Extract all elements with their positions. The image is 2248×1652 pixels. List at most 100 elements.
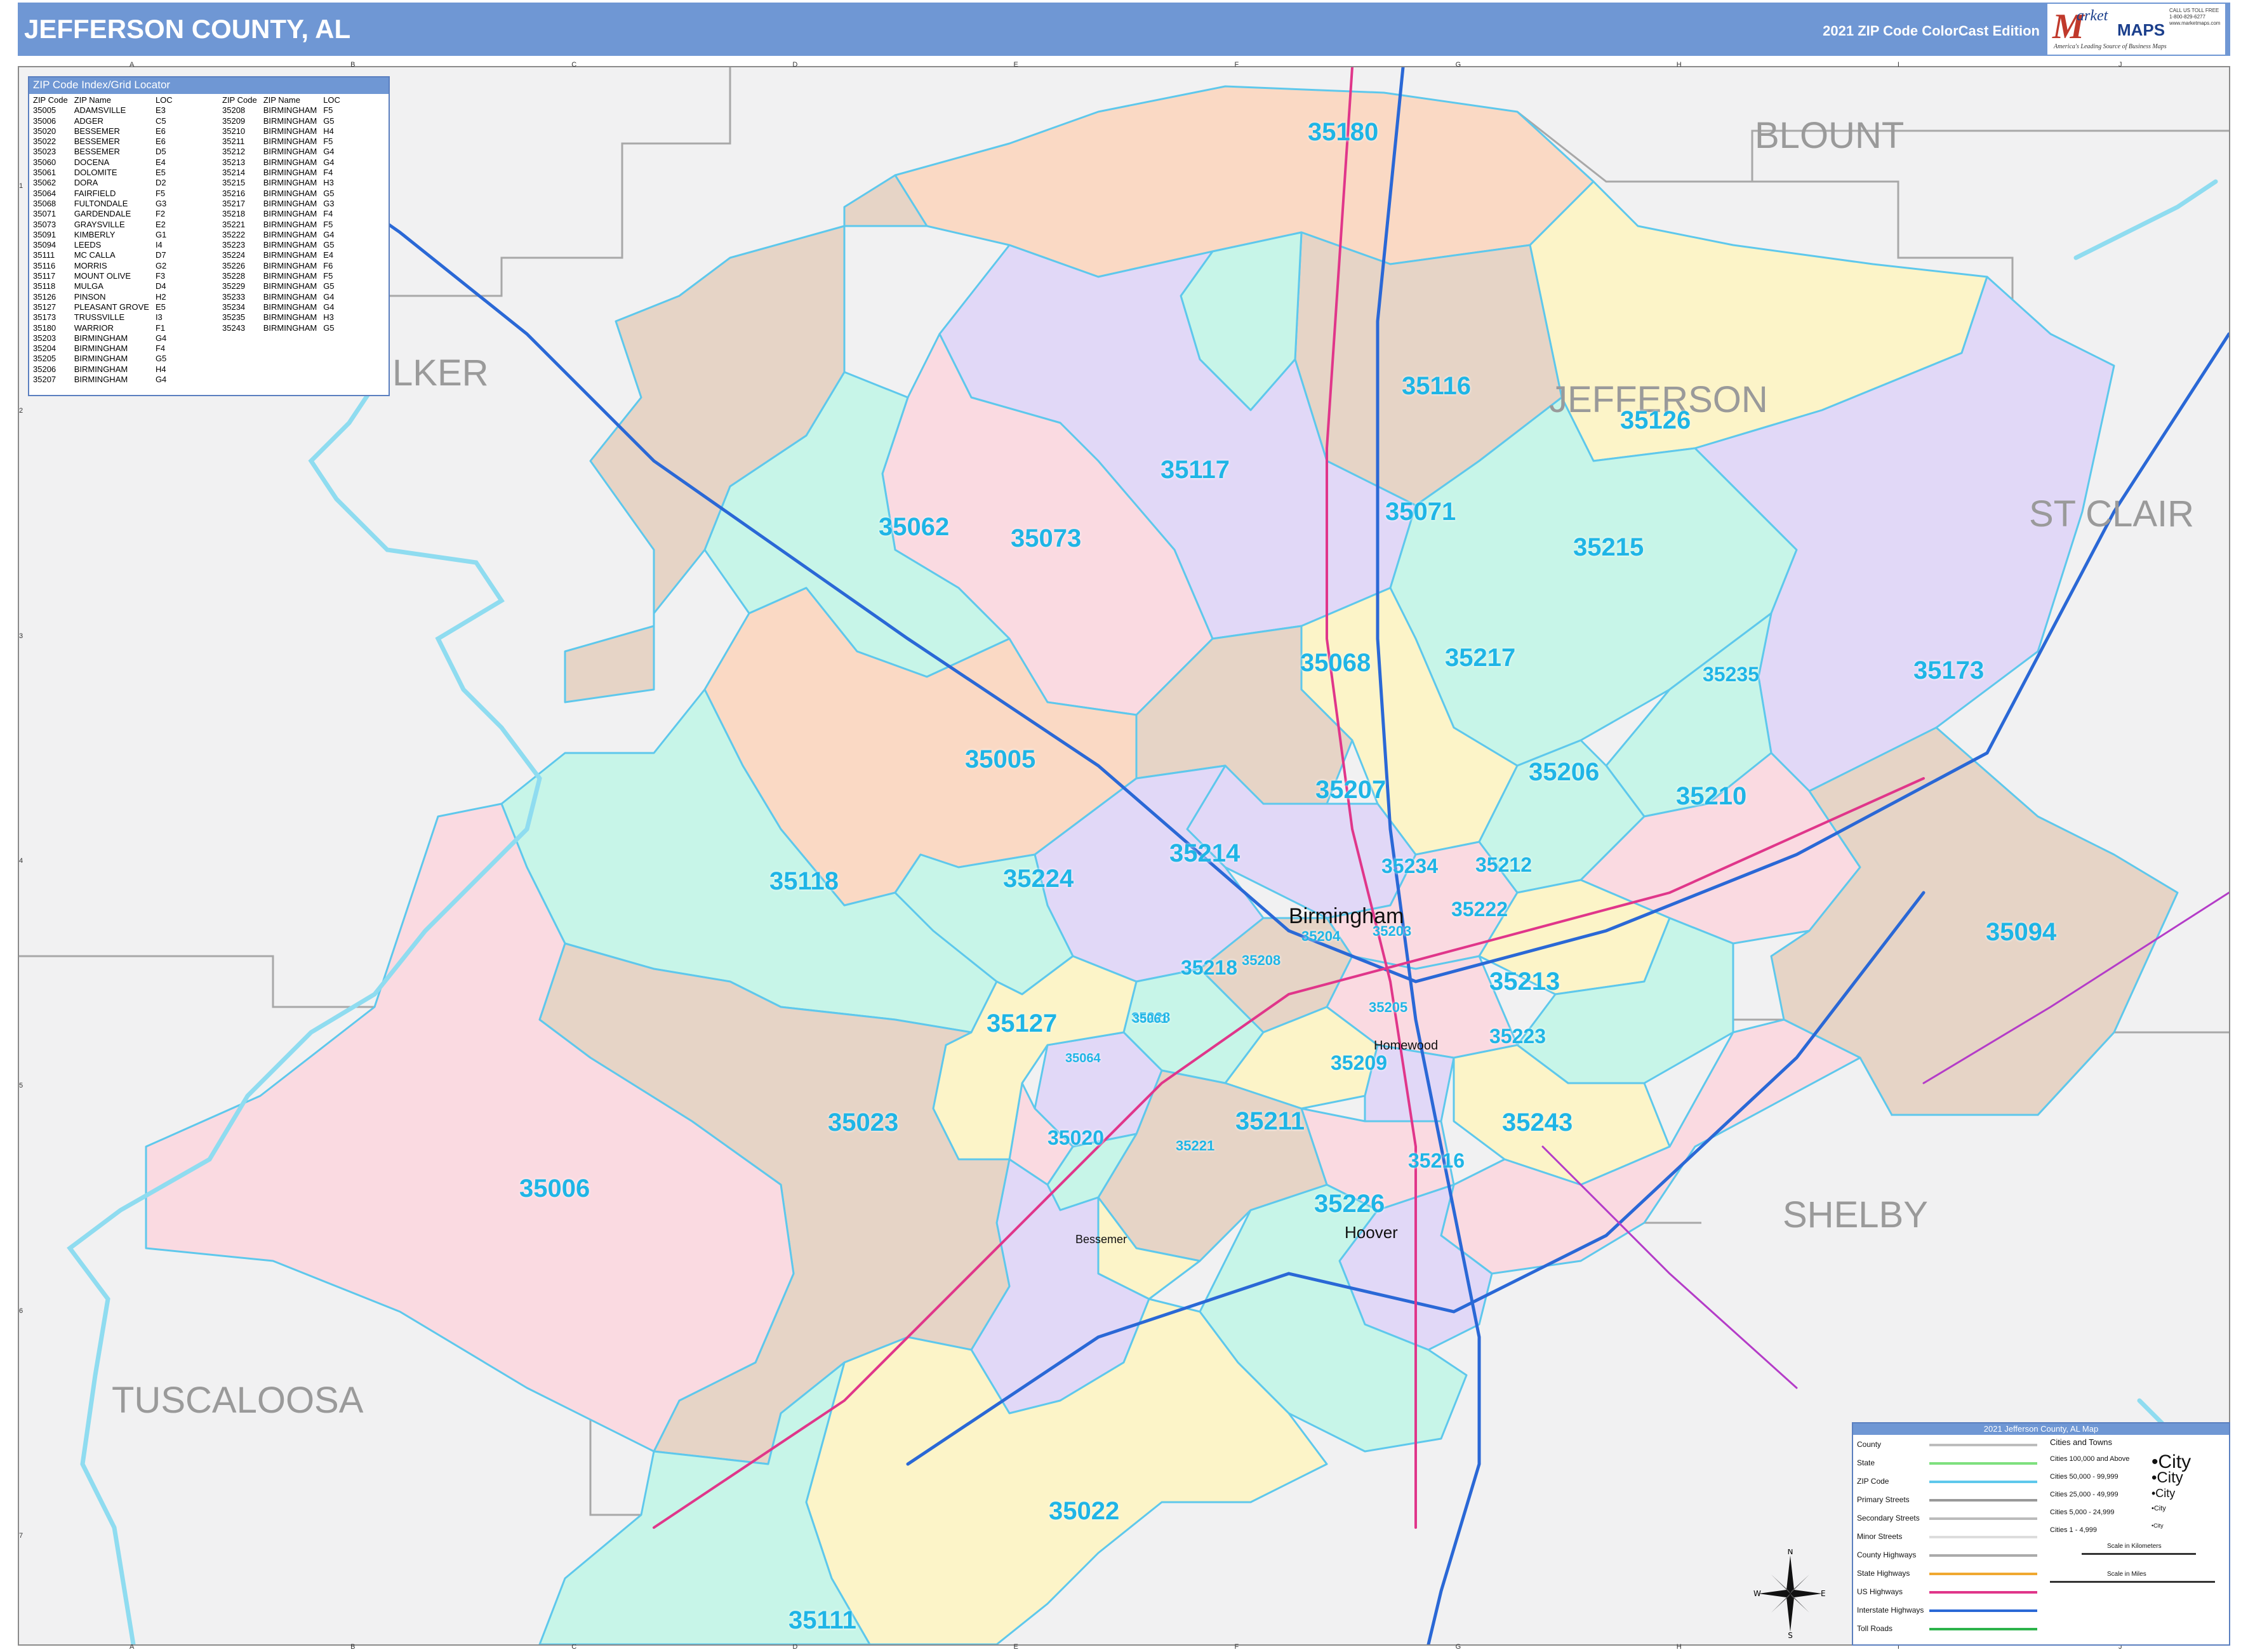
logo-arket: arket (2077, 8, 2108, 24)
zip-label-35209: 35209 (1331, 1051, 1387, 1074)
zip-index-cell: H4 (323, 126, 334, 136)
zip-index-cell: G5 (155, 354, 167, 364)
zip-label-35062: 35062 (879, 513, 950, 541)
zip-index-cell: BIRMINGHAM (263, 105, 317, 116)
zip-index-cell: F5 (323, 271, 333, 281)
legend-row-swatch (1929, 1628, 2037, 1630)
zip-index-cell: DOCENA (74, 157, 110, 167)
zip-index-row: 35116 MORRIS G2 (30, 261, 176, 271)
county-label-walker: LKER (392, 352, 489, 394)
zip-index-cell: FAIRFIELD (74, 188, 116, 198)
zip-index-cell: 35207 (33, 375, 57, 385)
zip-index-row: 35212 BIRMINGHAM G4 (220, 147, 344, 157)
legend-row-swatch (1929, 1554, 2037, 1557)
zip-index-cell: 35173 (33, 312, 57, 323)
zip-index-cell: 35214 (222, 168, 246, 178)
zip-index-cell: BESSEMER (74, 137, 120, 147)
zip-index-cell: 35226 (222, 260, 246, 270)
zip-index-cell: MULGA (74, 281, 103, 291)
zip-index-row: 35218 BIRMINGHAM F4 (220, 209, 344, 219)
zip-index-cell: ADAMSVILLE (74, 105, 126, 116)
zip-index-cell: 35234 (222, 302, 246, 312)
zip-index-row: 35064 FAIRFIELD F5 (30, 189, 176, 199)
zip-index-cell: BIRMINGHAM (263, 198, 317, 208)
zip-index-cell: I3 (155, 312, 163, 323)
zip-index-cell: G3 (323, 198, 335, 208)
zip-index-cell: TRUSSVILLE (74, 312, 125, 323)
zip-index-cell: 35224 (222, 250, 246, 260)
zip-index-cell: BESSEMER (74, 147, 120, 157)
zip-index-cell: 35209 (222, 116, 246, 126)
zip-index-cell: BIRMINGHAM (263, 302, 317, 312)
zip-index-row: 35221 BIRMINGHAM F5 (220, 220, 344, 230)
zip-label-35206: 35206 (1529, 758, 1600, 786)
zip-index-cell: 35206 (33, 364, 57, 374)
zip-index-row: 35222 BIRMINGHAM G4 (220, 230, 344, 240)
zip-index-cell: 35060 (33, 157, 57, 167)
zip-index-row: 35094 LEEDS I4 (30, 240, 176, 250)
scale-bar-km (2082, 1553, 2196, 1555)
county-label-shelby: SHELBY (1783, 1194, 1928, 1236)
zip-index-row: 35061 DOLOMITE E5 (30, 168, 176, 178)
zip-index-cell: 35233 (222, 291, 246, 302)
zip-label-35235: 35235 (1703, 663, 1759, 686)
zip-index-cell: C5 (155, 116, 166, 126)
zip-index-cell: 35068 (33, 198, 57, 208)
city-label-birmingham: Birmingham (1289, 904, 1404, 928)
zip-index-cell: BIRMINGHAM (74, 333, 128, 343)
legend-row-label: Interstate Highways (1857, 1606, 1924, 1615)
zip-index-cell: 35208 (222, 105, 246, 116)
zip-label-35068: 35068 (1300, 649, 1371, 677)
legend-city-class-label: Cities 1 - 4,999 (2050, 1526, 2097, 1534)
zip-index-row: 35205 BIRMINGHAM G5 (30, 354, 176, 364)
zip-label-35006: 35006 (519, 1175, 590, 1202)
legend-row-swatch (1929, 1462, 2037, 1465)
zip-index-row: 35091 KIMBERLY G1 (30, 230, 176, 240)
zip-label-35064: 35064 (1065, 1051, 1101, 1065)
zip-index-cell: E5 (155, 302, 166, 312)
zip-index-row: 35208 BIRMINGHAM F5 (220, 105, 344, 116)
legend-row-label: ZIP Code (1857, 1477, 1889, 1486)
zip-index-row: 35223 BIRMINGHAM G5 (220, 240, 344, 250)
legend-city-class-sample: •City (2152, 1469, 2183, 1486)
legend-row-label: Minor Streets (1857, 1532, 1903, 1541)
zip-label-35116: 35116 (1402, 372, 1472, 400)
zip-index-cell: G4 (155, 375, 167, 385)
zip-index-cell: 35203 (33, 333, 57, 343)
map-header: JEFFERSON COUNTY, AL 2021 ZIP Code Color… (18, 3, 2230, 56)
zip-label-35126: 35126 (1620, 406, 1691, 434)
zip-index-cell: D7 (155, 250, 166, 260)
zip-index-row: 35118 MULGA D4 (30, 281, 176, 291)
zip-label-35218: 35218 (1181, 956, 1237, 979)
zip-index-row: 35068 FULTONDALE G3 (30, 199, 176, 209)
zip-index-row: 35062 DORA D2 (30, 178, 176, 188)
legend-title: 2021 Jefferson County, AL Map (1853, 1423, 2229, 1435)
legend-cities-header: Cities and Towns (2050, 1437, 2113, 1447)
zip-index-cell: BIRMINGHAM (74, 364, 128, 374)
zip-index-header-cell: LOC (323, 95, 340, 105)
zip-index-cell: 35229 (222, 281, 246, 291)
logo-contact: CALL US TOLL FREE 1-800-829-6277 www.mar… (2169, 8, 2221, 26)
zip-label-35223: 35223 (1489, 1025, 1546, 1048)
zip-index-row: 35071 GARDENDALE F2 (30, 209, 176, 219)
zip-index-cell: D5 (155, 147, 166, 157)
zip-index-header-cell: ZIP Name (74, 95, 111, 105)
zip-index-panel: ZIP Code Index/Grid Locator ZIP Code ZIP … (28, 76, 390, 396)
zip-index-cell: BIRMINGHAM (263, 250, 317, 260)
zip-index-cell: 35217 (222, 198, 246, 208)
zip-index-row: 35117 MOUNT OLIVE F3 (30, 271, 176, 281)
zip-index-cell: G5 (323, 281, 335, 291)
zip-index-row: 35213 BIRMINGHAM G4 (220, 157, 344, 168)
zip-index-cell: 35205 (33, 354, 57, 364)
zip-index-cell: 35071 (33, 209, 57, 219)
zip-index-cell: 35020 (33, 126, 57, 136)
legend-row-swatch (1929, 1499, 2037, 1502)
zip-index-cell: BIRMINGHAM (263, 147, 317, 157)
zip-label-35226: 35226 (1314, 1190, 1385, 1218)
zip-index-row: 35022 BESSEMER E6 (30, 137, 176, 147)
zip-label-35173: 35173 (1913, 656, 1985, 684)
zip-zones (145, 85, 2179, 1644)
zip-index-cell: E4 (155, 157, 166, 167)
zip-index-cell: BIRMINGHAM (263, 312, 317, 323)
zip-index-cell: E5 (155, 168, 166, 178)
